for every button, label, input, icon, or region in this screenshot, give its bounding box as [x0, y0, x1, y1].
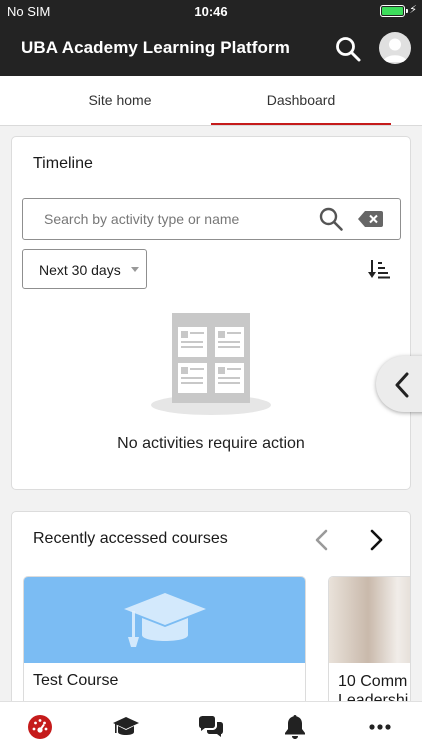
nav-notifications[interactable]	[280, 712, 310, 742]
app-header: UBA Academy Learning Platform	[0, 22, 422, 76]
user-avatar[interactable]	[379, 32, 411, 64]
graduation-cap-icon	[124, 593, 206, 647]
empty-state-illustration	[151, 313, 271, 415]
active-tab-indicator	[211, 123, 391, 125]
nav-more[interactable]	[365, 712, 395, 742]
nav-dashboard[interactable]	[25, 712, 55, 742]
nav-courses[interactable]	[111, 712, 141, 742]
tab-dashboard[interactable]: Dashboard	[211, 76, 391, 126]
recent-courses-title: Recently accessed courses	[33, 530, 228, 547]
course-card[interactable]: Test Course	[23, 576, 306, 710]
more-icon	[369, 724, 391, 730]
timeline-date-filter[interactable]: Next 30 days	[22, 249, 147, 289]
course-image	[24, 577, 305, 663]
recent-courses-card: Recently accessed courses Test Course 10…	[11, 511, 411, 711]
chevron-right-icon[interactable]	[366, 528, 386, 552]
messages-icon	[199, 716, 223, 737]
clock: 10:46	[194, 4, 228, 19]
timeline-search	[22, 198, 401, 240]
timeline-title: Timeline	[33, 155, 93, 172]
bottom-navigation	[0, 701, 422, 750]
user-icon	[383, 38, 407, 62]
chevron-down-icon	[131, 267, 139, 272]
search-icon[interactable]	[334, 35, 362, 63]
charging-icon: ⚡	[409, 4, 417, 16]
status-bar: No SIM 10:46 ⚡	[0, 0, 422, 22]
tab-site-home[interactable]: Site home	[30, 76, 210, 126]
notifications-icon	[285, 715, 305, 739]
timeline-search-input[interactable]	[24, 200, 304, 238]
chevron-left-icon[interactable]	[312, 528, 332, 552]
timeline-card: Timeline Next 30 days	[11, 136, 411, 490]
clear-search-icon[interactable]	[358, 211, 383, 227]
dashboard-icon	[28, 715, 52, 739]
app-title: UBA Academy Learning Platform	[21, 38, 290, 57]
battery-icon	[380, 5, 408, 17]
empty-state-message: No activities require action	[117, 435, 305, 452]
search-icon[interactable]	[318, 206, 344, 232]
sort-icon[interactable]	[368, 259, 390, 279]
course-image	[329, 577, 410, 663]
courses-icon	[113, 717, 139, 735]
chevron-left-icon	[395, 372, 409, 398]
nav-messages[interactable]	[196, 712, 226, 742]
course-card[interactable]: 10 Comm Leadershi	[328, 576, 410, 710]
tab-bar: Site home Dashboard	[0, 76, 422, 126]
course-name: Test Course	[33, 672, 119, 689]
